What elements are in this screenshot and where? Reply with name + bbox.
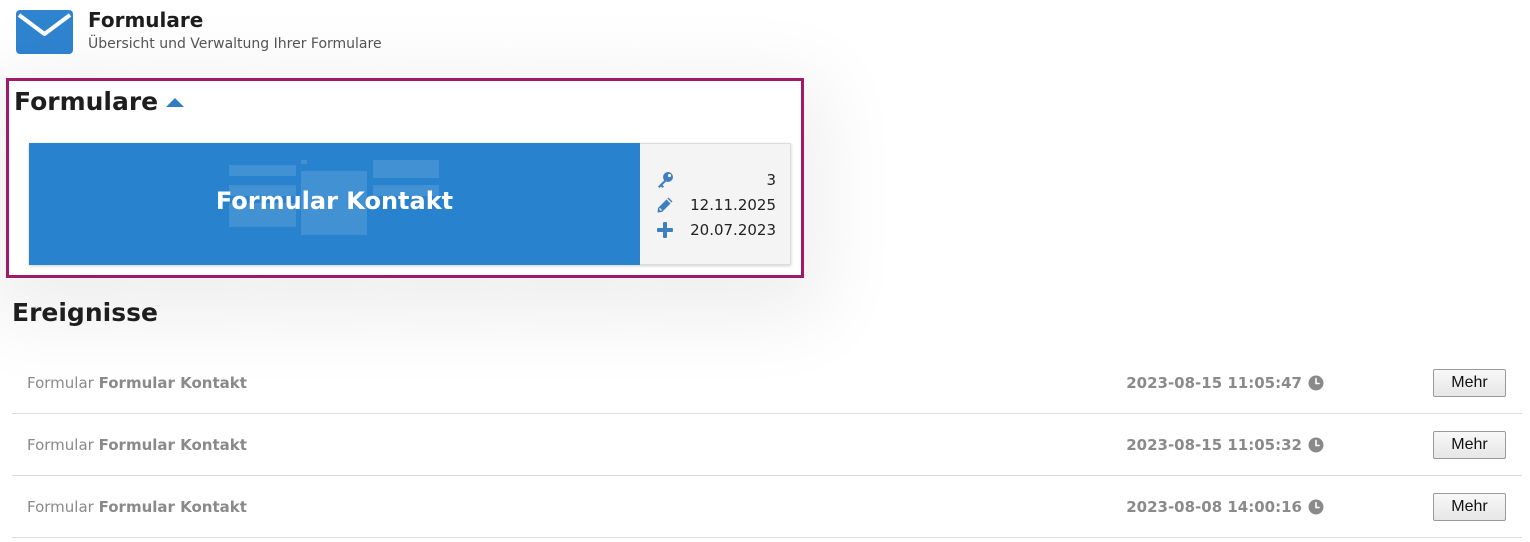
event-text: Formular Formular Kontakt	[27, 374, 247, 392]
meta-row-created: 20.07.2023	[640, 217, 790, 242]
forms-section-heading[interactable]: Formulare	[14, 87, 185, 116]
event-timestamp: 2023-08-15 11:05:32	[1126, 435, 1302, 454]
envelope-icon	[16, 10, 73, 54]
event-time: 2023-08-15 11:05:47	[1126, 374, 1324, 392]
event-name: Formular Kontakt	[98, 497, 247, 516]
events-list: Formular Formular Kontakt 2023-08-15 11:…	[12, 352, 1522, 538]
event-type: Formular	[27, 435, 94, 454]
event-name: Formular Kontakt	[98, 435, 247, 454]
event-row: Formular Formular Kontakt 2023-08-15 11:…	[12, 414, 1522, 476]
meta-value: 3	[766, 170, 776, 189]
event-text: Formular Formular Kontakt	[27, 436, 247, 454]
more-button[interactable]: Mehr	[1433, 368, 1506, 397]
event-timestamp: 2023-08-08 14:00:16	[1126, 497, 1302, 516]
form-card-title: Formular Kontakt	[215, 187, 454, 215]
page: Formulare Übersicht und Verwaltung Ihrer…	[0, 0, 1530, 542]
app-title: Formulare	[88, 8, 204, 32]
meta-row-id: 3	[640, 167, 790, 192]
clock-icon	[1308, 375, 1324, 390]
clock-icon	[1308, 499, 1324, 514]
app-subtitle: Übersicht und Verwaltung Ihrer Formulare	[88, 36, 382, 52]
thumbnail-decoration	[229, 165, 296, 176]
form-card[interactable]: Formular Kontakt 3 12.11.2025 20.07.2023	[29, 143, 791, 265]
key-icon	[658, 171, 673, 188]
form-card-meta: 3 12.11.2025 20.07.2023	[640, 143, 791, 265]
meta-value: 20.07.2023	[690, 220, 776, 239]
event-name: Formular Kontakt	[98, 373, 247, 392]
events-heading: Ereignisse	[12, 298, 158, 327]
event-text: Formular Formular Kontakt	[27, 498, 247, 516]
meta-row-modified: 12.11.2025	[640, 192, 790, 217]
forms-section: Formulare Formular Kontakt 3 12.11.2025 …	[6, 78, 804, 278]
event-time: 2023-08-15 11:05:32	[1126, 436, 1324, 454]
pencil-icon	[657, 197, 673, 212]
event-type: Formular	[27, 373, 94, 392]
more-button[interactable]: Mehr	[1433, 492, 1506, 521]
event-timestamp: 2023-08-15 11:05:47	[1126, 373, 1302, 392]
form-card-thumbnail[interactable]: Formular Kontakt	[29, 143, 640, 265]
event-row: Formular Formular Kontakt 2023-08-15 11:…	[12, 352, 1522, 414]
more-button[interactable]: Mehr	[1433, 430, 1506, 459]
caret-up-icon[interactable]	[166, 98, 185, 107]
app-header: Formulare Übersicht und Verwaltung Ihrer…	[16, 8, 382, 58]
event-type: Formular	[27, 497, 94, 516]
thumbnail-decoration	[373, 160, 439, 178]
meta-value: 12.11.2025	[690, 195, 776, 214]
thumbnail-decoration	[301, 160, 307, 164]
event-time: 2023-08-08 14:00:16	[1126, 498, 1324, 516]
app-titles: Formulare Übersicht und Verwaltung Ihrer…	[88, 8, 382, 54]
event-row: Formular Formular Kontakt 2023-08-08 14:…	[12, 476, 1522, 538]
clock-icon	[1308, 437, 1324, 452]
plus-icon	[657, 221, 673, 238]
forms-heading-label: Formulare	[14, 87, 159, 116]
